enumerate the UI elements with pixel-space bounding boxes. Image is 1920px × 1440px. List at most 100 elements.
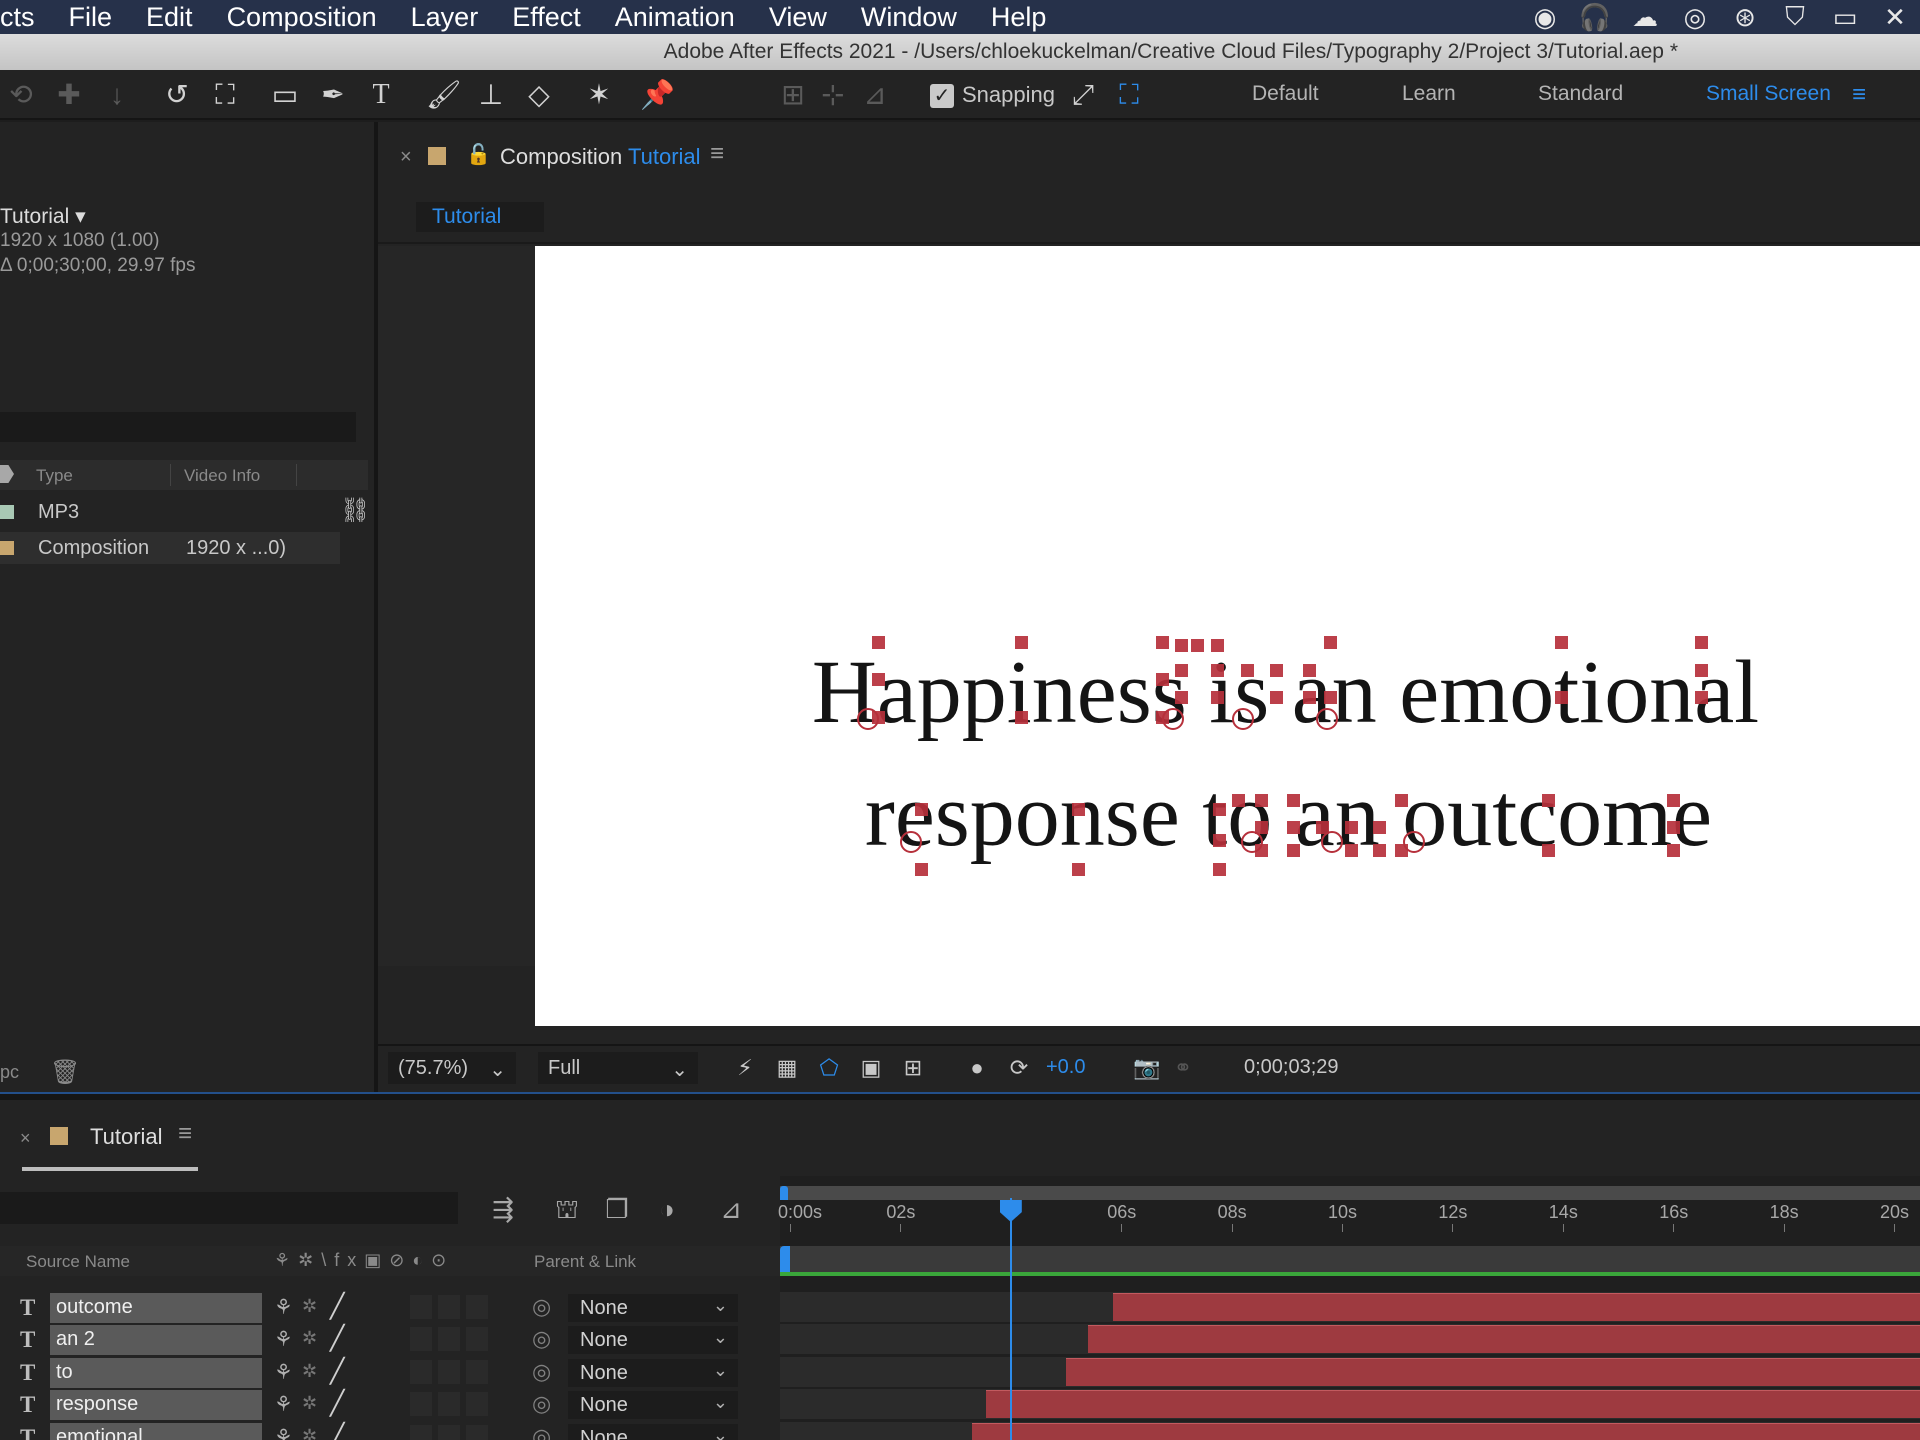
close-icon[interactable]: × xyxy=(20,1128,31,1149)
layer-handle[interactable] xyxy=(1213,803,1226,816)
snap-features-icon[interactable]: ⛶ xyxy=(1112,78,1146,112)
dolly-camera-icon[interactable]: ↓ xyxy=(100,78,134,112)
text-line-2[interactable]: response to an outcome xyxy=(535,764,1920,867)
shy-switch-icon[interactable]: ⚘ xyxy=(274,1295,293,1320)
layer-handle[interactable] xyxy=(1287,821,1300,834)
layer-handle[interactable] xyxy=(1015,636,1028,649)
current-time-indicator[interactable] xyxy=(999,1200,1022,1222)
shield-icon[interactable]: ⛉ xyxy=(1770,1,1820,33)
snapshot-camera-icon[interactable]: 📷 xyxy=(1132,1053,1162,1083)
work-area-bar[interactable] xyxy=(780,1186,1920,1200)
text-line-1[interactable]: Happiness is an emotional xyxy=(535,641,1920,744)
composition-viewer[interactable]: Happiness is an emotional response to an… xyxy=(378,246,1920,1026)
flowchart-icon[interactable]: ⛓ xyxy=(340,496,370,525)
target-icon[interactable]: ◎ xyxy=(1670,2,1720,33)
reset-exposure-icon[interactable]: ⟳ xyxy=(1004,1053,1034,1083)
show-snapshot-icon[interactable]: ⚭ xyxy=(1168,1053,1198,1083)
trash-icon[interactable]: 🗑 xyxy=(50,1058,80,1087)
layer-handle[interactable] xyxy=(1303,691,1316,704)
close-icon[interactable]: ✕ xyxy=(1870,2,1920,33)
composition-panel-title[interactable]: Composition Tutorial xyxy=(500,144,701,170)
anchor-point-icon[interactable] xyxy=(1403,831,1425,853)
layer-handle[interactable] xyxy=(1255,794,1268,807)
motion-blur-icon[interactable]: ◑ xyxy=(650,1192,684,1226)
pick-whip-icon[interactable]: ◎ xyxy=(532,1326,551,1352)
collapse-switch-icon[interactable]: ✲ xyxy=(302,1393,317,1414)
rotate-tool-icon[interactable]: ↺ xyxy=(160,78,194,112)
pick-whip-icon[interactable]: ◎ xyxy=(532,1359,551,1385)
layer-handle[interactable] xyxy=(1213,834,1226,847)
layer-row[interactable]: Temotional ⚘ ✲ ╱ ◎ None ⌄ xyxy=(0,1422,780,1440)
motion-blur-switch[interactable] xyxy=(466,1359,488,1384)
motion-blur-switch[interactable] xyxy=(466,1295,488,1319)
motion-blur-switch[interactable] xyxy=(466,1327,488,1352)
layer-handle[interactable] xyxy=(1211,664,1224,677)
layer-duration-bar[interactable] xyxy=(985,1390,1920,1419)
shy-switch-icon[interactable]: ⚘ xyxy=(274,1360,293,1385)
orbit-camera-icon[interactable]: ⟲ xyxy=(4,78,38,112)
collapse-switch-icon[interactable]: ✲ xyxy=(302,1426,317,1440)
anchor-point-icon[interactable] xyxy=(1241,831,1263,853)
layer-handle[interactable] xyxy=(1542,844,1555,857)
puppet-pin-tool-icon[interactable]: 📌 xyxy=(640,78,675,112)
parent-dropdown[interactable]: None ⌄ xyxy=(568,1326,738,1355)
layer-handle[interactable] xyxy=(1270,664,1283,677)
menu-window[interactable]: Window xyxy=(844,2,974,33)
layer-handle[interactable] xyxy=(1695,691,1708,704)
layer-handle[interactable] xyxy=(1213,863,1226,876)
brush-tool-icon[interactable]: 🖌 xyxy=(426,78,462,112)
graph-editor-icon[interactable]: ⊿ xyxy=(714,1192,748,1226)
layer-handle[interactable] xyxy=(1232,794,1245,807)
mask-visibility-icon[interactable]: ⬠ xyxy=(814,1053,844,1083)
layer-handle[interactable] xyxy=(1555,691,1568,704)
timeline-tab[interactable]: Tutorial xyxy=(90,1124,163,1150)
layer-handle[interactable] xyxy=(1395,794,1408,807)
panel-menu-icon[interactable]: ≡ xyxy=(178,1120,192,1148)
workspace-learn[interactable]: Learn xyxy=(1402,82,1456,106)
effect-switch[interactable] xyxy=(410,1359,432,1384)
local-axis-icon[interactable]: ⊞ xyxy=(776,78,810,112)
airplay-icon[interactable]: ▭ xyxy=(1820,2,1870,33)
frame-blend-switch[interactable] xyxy=(438,1327,460,1352)
layer-handle[interactable] xyxy=(1667,794,1680,807)
column-divider[interactable] xyxy=(296,464,297,486)
layer-handle[interactable] xyxy=(1270,691,1283,704)
magnification-dropdown[interactable]: (75.7%) ⌄ xyxy=(388,1052,516,1084)
menu-composition[interactable]: Composition xyxy=(210,2,394,33)
comp-flowchart-icon[interactable]: ⇶ xyxy=(486,1192,520,1226)
quality-switch-icon[interactable]: ╱ xyxy=(330,1422,344,1440)
layer-handle[interactable] xyxy=(1287,844,1300,857)
panel-menu-icon[interactable]: ≡ xyxy=(710,140,724,168)
clone-stamp-tool-icon[interactable]: ⊥ xyxy=(474,78,508,112)
project-item-composition[interactable]: Composition 1920 x ...0) xyxy=(0,532,340,564)
snapping-checkbox[interactable]: ✓ xyxy=(930,84,954,108)
fast-previews-icon[interactable]: ⚡ xyxy=(730,1053,760,1083)
layer-duration-bar[interactable] xyxy=(1088,1325,1920,1354)
frame-blend-switch[interactable] xyxy=(438,1392,460,1417)
layer-row[interactable]: Tan 2 ⚘ ✲ ╱ ◎ None ⌄ xyxy=(0,1324,780,1356)
pick-whip-icon[interactable]: ◎ xyxy=(532,1294,551,1320)
layer-handle[interactable] xyxy=(1211,691,1224,704)
anchor-point-icon[interactable] xyxy=(1162,708,1184,730)
layer-handle[interactable] xyxy=(1072,863,1085,876)
shy-layers-icon[interactable]: ⛫ xyxy=(550,1192,584,1226)
quality-switch-icon[interactable]: ╱ xyxy=(330,1324,344,1353)
layer-handle[interactable] xyxy=(1072,803,1085,816)
collapse-switch-icon[interactable]: ✲ xyxy=(302,1296,317,1317)
color-channels-icon[interactable]: ● xyxy=(962,1053,992,1083)
menu-layer[interactable]: Layer xyxy=(394,2,496,33)
view-axis-icon[interactable]: ⊿ xyxy=(858,78,892,112)
workspace-small-screen[interactable]: Small Screen xyxy=(1706,82,1831,106)
menu-view[interactable]: View xyxy=(752,2,844,33)
frame-blend-switch[interactable] xyxy=(438,1424,460,1440)
frame-blend-switch[interactable] xyxy=(438,1295,460,1319)
layer-handle[interactable] xyxy=(1373,821,1386,834)
column-type[interactable]: Type xyxy=(36,466,73,486)
layer-name[interactable]: outcome xyxy=(50,1293,262,1323)
transparency-grid-icon[interactable]: ▦ xyxy=(772,1053,802,1083)
rectangle-tool-icon[interactable]: ▭ xyxy=(268,78,302,112)
layer-handle[interactable] xyxy=(872,636,885,649)
timeline-graph[interactable]: 0:00s02s04s06s08s10s12s14s16s18s20s xyxy=(778,1176,1920,1440)
layer-handle[interactable] xyxy=(1191,639,1204,652)
roto-brush-tool-icon[interactable]: ✶ xyxy=(582,78,616,112)
